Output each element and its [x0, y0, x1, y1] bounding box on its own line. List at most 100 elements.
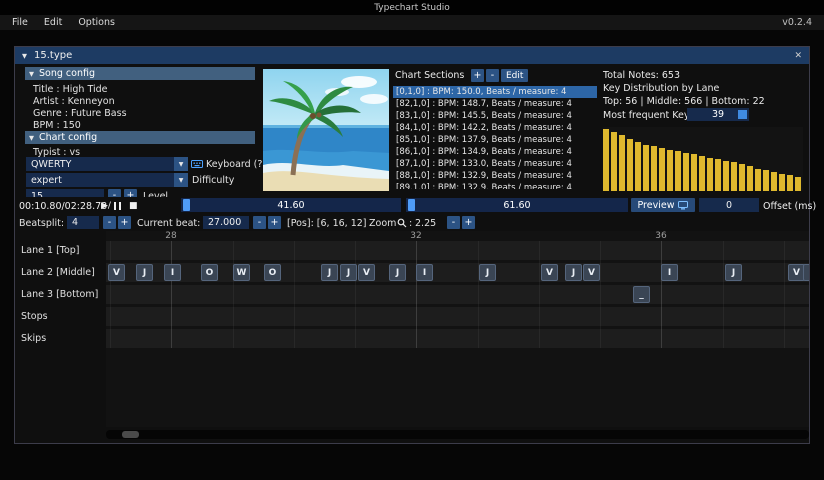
preview-button[interactable]: Preview	[631, 198, 695, 212]
note-block[interactable]: V	[541, 264, 558, 281]
note-block[interactable]: J	[565, 264, 582, 281]
add-section-button[interactable]: +	[471, 69, 484, 82]
chart-section-row[interactable]: [0,1,0] : BPM: 150.0, Beats / measure: 4	[393, 86, 597, 98]
close-icon[interactable]: ✕	[794, 51, 802, 61]
keyboard-label: Keyboard (?)	[206, 159, 266, 170]
menu-item[interactable]: Options	[78, 17, 115, 28]
pause-bar-icon	[114, 202, 116, 210]
chart-section-row[interactable]: [87,1,0] : BPM: 133.0, Beats / measure: …	[393, 158, 597, 170]
note-block[interactable]: J	[321, 264, 338, 281]
chart-sections-list: [0,1,0] : BPM: 150.0, Beats / measure: 4…	[393, 86, 597, 189]
note-block[interactable]: I	[661, 264, 678, 281]
chart-section-row[interactable]: [84,1,0] : BPM: 142.2, Beats / measure: …	[393, 122, 597, 134]
scrollbar-grab[interactable]	[122, 431, 139, 438]
chart-section-row[interactable]: [85,1,0] : BPM: 137.9, Beats / measure: …	[393, 134, 597, 146]
note-block[interactable]: J	[136, 264, 153, 281]
note-block[interactable]: V	[583, 264, 600, 281]
current-beat-increment-button[interactable]: +	[268, 216, 281, 229]
histogram-bar	[611, 132, 617, 191]
note-block[interactable]: _	[633, 286, 650, 303]
menu-item[interactable]: File	[12, 17, 28, 28]
note-block[interactable]: I	[416, 264, 433, 281]
collapse-arrow-icon[interactable]: ▼	[22, 52, 27, 60]
note-block[interactable]: V	[108, 264, 125, 281]
stop-button[interactable]: ■	[129, 199, 138, 212]
volume-slider[interactable]: 61.60	[406, 198, 628, 212]
timeline-panel[interactable]: 28 32 36 V J I O W O	[106, 231, 809, 427]
note-block[interactable]: I	[164, 264, 181, 281]
histogram-bar	[755, 169, 761, 191]
note-block[interactable]: O	[264, 264, 281, 281]
lane-label: Lane 2 [Middle]	[21, 267, 95, 278]
grid-line	[661, 241, 662, 348]
note-block[interactable]: J	[340, 264, 357, 281]
grid-line	[171, 241, 172, 348]
chart-section-row[interactable]: [89,1,0] : BPM: 132.9, Beats / measure: …	[393, 182, 597, 189]
histogram-bar	[659, 148, 665, 191]
distribution-title: Key Distribution by Lane	[603, 83, 719, 94]
note-block[interactable]: O	[201, 264, 218, 281]
most-frequent-label: Most frequent Keys	[603, 110, 694, 121]
window-titlebar[interactable]: ▼ 15.type ✕	[15, 47, 809, 64]
current-beat-label: Current beat:	[137, 218, 200, 229]
level-input[interactable]: 15	[26, 189, 104, 197]
remove-section-button[interactable]: -	[486, 69, 499, 82]
editor-window: ▼ 15.type ✕ ▼ Song config Title : High T…	[14, 46, 810, 444]
note-block[interactable]: J	[803, 264, 809, 281]
chart-section-row[interactable]: [86,1,0] : BPM: 134.9, Beats / measure: …	[393, 146, 597, 158]
chart-section-row[interactable]: [83,1,0] : BPM: 145.5, Beats / measure: …	[393, 110, 597, 122]
histogram-bar	[715, 159, 721, 191]
edit-section-button[interactable]: Edit	[501, 69, 528, 82]
note-block[interactable]: J	[389, 264, 406, 281]
seek-slider[interactable]: 41.60	[181, 198, 401, 212]
histogram-bar	[675, 151, 681, 191]
beatsplit-input[interactable]: 4	[67, 216, 99, 229]
menu-item[interactable]: Edit	[44, 17, 62, 28]
chart-section-row[interactable]: [82,1,0] : BPM: 148.7, Beats / measure: …	[393, 98, 597, 110]
beatsplit-increment-button[interactable]: +	[118, 216, 131, 229]
distribution-values: Top: 56 | Middle: 566 | Bottom: 22	[603, 96, 765, 107]
histogram-bar	[627, 139, 633, 191]
song-config-header[interactable]: ▼ Song config	[25, 67, 255, 80]
most-frequent-value: 39	[712, 109, 724, 120]
histogram-bar	[723, 161, 729, 191]
measure-label: 32	[410, 231, 421, 241]
grid-line	[784, 241, 785, 348]
play-pause-button[interactable]: ▶/	[101, 199, 121, 212]
most-frequent-value-box[interactable]: 39	[687, 108, 749, 121]
chart-config-header[interactable]: ▼ Chart config	[25, 131, 255, 144]
cover-art-image	[263, 69, 389, 191]
current-beat-decrement-button[interactable]: -	[253, 216, 266, 229]
histogram-bar	[667, 150, 673, 191]
keyboard-icon	[191, 159, 203, 169]
histogram-bar	[771, 172, 777, 191]
difficulty-select[interactable]: expert ▼	[26, 173, 188, 187]
zoom-colon: :	[409, 218, 412, 229]
zoom-increment-button[interactable]: +	[462, 216, 475, 229]
note-block[interactable]: J	[725, 264, 742, 281]
timeline-scrollbar[interactable]	[106, 430, 809, 439]
grid-line	[416, 241, 417, 348]
zoom-decrement-button[interactable]: -	[447, 216, 460, 229]
note-block[interactable]: W	[233, 264, 250, 281]
chart-section-row[interactable]: [88,1,0] : BPM: 132.9, Beats / measure: …	[393, 170, 597, 182]
level-decrement-button[interactable]: -	[108, 189, 121, 197]
zoom-value: 2.25	[415, 218, 436, 229]
offset-input[interactable]: 0	[699, 198, 759, 212]
histogram-bar	[651, 146, 657, 191]
current-beat-input[interactable]: 27.000	[203, 216, 249, 229]
app-title: Typechart Studio	[374, 3, 450, 13]
keyboard-select[interactable]: QWERTY ▼	[26, 157, 188, 171]
time-display: 00:10.80/02:28.73	[19, 201, 107, 212]
note-block[interactable]: J	[479, 264, 496, 281]
level-increment-button[interactable]: +	[124, 189, 137, 197]
window-title: 15.type	[34, 50, 72, 61]
key-histogram	[603, 127, 803, 191]
stats-panel: Total Notes: 653 Key Distribution by Lan…	[601, 69, 813, 195]
beatsplit-decrement-button[interactable]: -	[103, 216, 116, 229]
histogram-bar	[739, 164, 745, 191]
magnifier-icon	[397, 218, 407, 228]
tree-arrow-icon: ▼	[29, 134, 34, 142]
chart-config-title: Chart config	[39, 132, 97, 143]
note-block[interactable]: V	[358, 264, 375, 281]
